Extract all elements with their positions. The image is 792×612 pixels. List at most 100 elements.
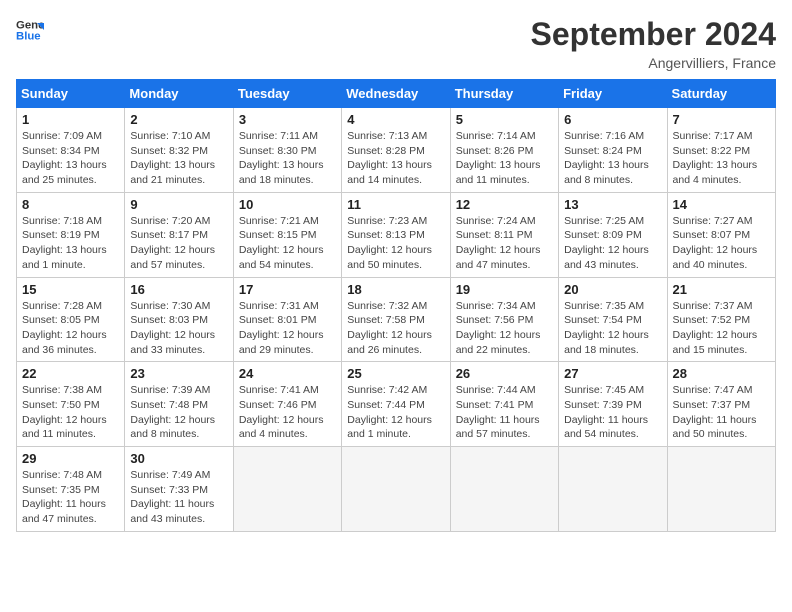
- calendar-cell: 23 Sunrise: 7:39 AM Sunset: 7:48 PM Dayli…: [125, 362, 233, 447]
- calendar-cell: 8Sunrise: 7:18 AM Sunset: 8:19 PM Daylig…: [17, 192, 125, 277]
- calendar-cell: 13 Sunrise: 7:25 AM Sunset: 8:09 PM Dayli…: [559, 192, 667, 277]
- day-detail: Sunrise: 7:39 AM Sunset: 7:48 PM Dayligh…: [130, 383, 227, 442]
- calendar-cell: [450, 447, 558, 532]
- calendar-cell: 14 Sunrise: 7:27 AM Sunset: 8:07 PM Dayli…: [667, 192, 775, 277]
- calendar-cell: 5 Sunrise: 7:14 AM Sunset: 8:26 PM Daylig…: [450, 108, 558, 193]
- calendar-cell: 2Sunrise: 7:10 AM Sunset: 8:32 PM Daylig…: [125, 108, 233, 193]
- day-number: 12: [456, 197, 553, 212]
- day-number: 10: [239, 197, 336, 212]
- title-area: September 2024 Angervilliers, France: [531, 16, 776, 71]
- day-number: 4: [347, 112, 444, 127]
- calendar-cell: [233, 447, 341, 532]
- day-number: 26: [456, 366, 553, 381]
- day-number: 23: [130, 366, 227, 381]
- day-detail: Sunrise: 7:24 AM Sunset: 8:11 PM Dayligh…: [456, 214, 553, 273]
- day-detail: Sunrise: 7:49 AM Sunset: 7:33 PM Dayligh…: [130, 468, 227, 527]
- day-detail: Sunrise: 7:14 AM Sunset: 8:26 PM Dayligh…: [456, 129, 553, 188]
- calendar-cell: 29 Sunrise: 7:48 AM Sunset: 7:35 PM Dayli…: [17, 447, 125, 532]
- day-detail: Sunrise: 7:21 AM Sunset: 8:15 PM Dayligh…: [239, 214, 336, 273]
- page-header: General Blue September 2024 Angervillier…: [16, 16, 776, 71]
- day-number: 7: [673, 112, 770, 127]
- day-detail: Sunrise: 7:11 AM Sunset: 8:30 PM Dayligh…: [239, 129, 336, 188]
- calendar-cell: 30 Sunrise: 7:49 AM Sunset: 7:33 PM Dayli…: [125, 447, 233, 532]
- day-number: 20: [564, 282, 661, 297]
- svg-text:Blue: Blue: [16, 31, 41, 43]
- day-detail: Sunrise: 7:17 AM Sunset: 8:22 PM Dayligh…: [673, 129, 770, 188]
- day-detail: Sunrise: 7:28 AM Sunset: 8:05 PM Dayligh…: [22, 299, 119, 358]
- day-detail: Sunrise: 7:31 AM Sunset: 8:01 PM Dayligh…: [239, 299, 336, 358]
- calendar-table: Sunday Monday Tuesday Wednesday Thursday…: [16, 79, 776, 532]
- col-wednesday: Wednesday: [342, 80, 450, 108]
- col-friday: Friday: [559, 80, 667, 108]
- day-number: 17: [239, 282, 336, 297]
- calendar-cell: 9 Sunrise: 7:20 AM Sunset: 8:17 PM Daylig…: [125, 192, 233, 277]
- col-sunday: Sunday: [17, 80, 125, 108]
- day-detail: Sunrise: 7:48 AM Sunset: 7:35 PM Dayligh…: [22, 468, 119, 527]
- day-detail: Sunrise: 7:34 AM Sunset: 7:56 PM Dayligh…: [456, 299, 553, 358]
- day-number: 19: [456, 282, 553, 297]
- day-detail: Sunrise: 7:25 AM Sunset: 8:09 PM Dayligh…: [564, 214, 661, 273]
- week-row-3: 15 Sunrise: 7:28 AM Sunset: 8:05 PM Dayli…: [17, 277, 776, 362]
- calendar-cell: 6Sunrise: 7:16 AM Sunset: 8:24 PM Daylig…: [559, 108, 667, 193]
- col-thursday: Thursday: [450, 80, 558, 108]
- day-detail: Sunrise: 7:13 AM Sunset: 8:28 PM Dayligh…: [347, 129, 444, 188]
- calendar-header: Sunday Monday Tuesday Wednesday Thursday…: [17, 80, 776, 108]
- day-detail: Sunrise: 7:44 AM Sunset: 7:41 PM Dayligh…: [456, 383, 553, 442]
- day-number: 21: [673, 282, 770, 297]
- day-number: 27: [564, 366, 661, 381]
- day-number: 18: [347, 282, 444, 297]
- day-detail: Sunrise: 7:09 AM Sunset: 8:34 PM Dayligh…: [22, 129, 119, 188]
- calendar-cell: [559, 447, 667, 532]
- calendar-cell: 22Sunrise: 7:38 AM Sunset: 7:50 PM Dayli…: [17, 362, 125, 447]
- calendar-cell: 28 Sunrise: 7:47 AM Sunset: 7:37 PM Dayli…: [667, 362, 775, 447]
- day-detail: Sunrise: 7:30 AM Sunset: 8:03 PM Dayligh…: [130, 299, 227, 358]
- calendar-cell: 12 Sunrise: 7:24 AM Sunset: 8:11 PM Dayli…: [450, 192, 558, 277]
- calendar-cell: 7 Sunrise: 7:17 AM Sunset: 8:22 PM Daylig…: [667, 108, 775, 193]
- day-number: 11: [347, 197, 444, 212]
- col-saturday: Saturday: [667, 80, 775, 108]
- calendar-cell: [667, 447, 775, 532]
- calendar-cell: 18Sunrise: 7:32 AM Sunset: 7:58 PM Dayli…: [342, 277, 450, 362]
- day-detail: Sunrise: 7:38 AM Sunset: 7:50 PM Dayligh…: [22, 383, 119, 442]
- day-number: 25: [347, 366, 444, 381]
- logo-icon: General Blue: [16, 16, 44, 44]
- calendar-cell: 4 Sunrise: 7:13 AM Sunset: 8:28 PM Daylig…: [342, 108, 450, 193]
- calendar-cell: 11 Sunrise: 7:23 AM Sunset: 8:13 PM Dayli…: [342, 192, 450, 277]
- week-row-1: 1 Sunrise: 7:09 AM Sunset: 8:34 PM Daylig…: [17, 108, 776, 193]
- day-number: 14: [673, 197, 770, 212]
- day-number: 1: [22, 112, 119, 127]
- day-detail: Sunrise: 7:35 AM Sunset: 7:54 PM Dayligh…: [564, 299, 661, 358]
- calendar-cell: 3 Sunrise: 7:11 AM Sunset: 8:30 PM Daylig…: [233, 108, 341, 193]
- week-row-4: 22Sunrise: 7:38 AM Sunset: 7:50 PM Dayli…: [17, 362, 776, 447]
- calendar-cell: 24Sunrise: 7:41 AM Sunset: 7:46 PM Dayli…: [233, 362, 341, 447]
- day-number: 9: [130, 197, 227, 212]
- day-number: 5: [456, 112, 553, 127]
- calendar-cell: 15 Sunrise: 7:28 AM Sunset: 8:05 PM Dayli…: [17, 277, 125, 362]
- col-tuesday: Tuesday: [233, 80, 341, 108]
- day-detail: Sunrise: 7:23 AM Sunset: 8:13 PM Dayligh…: [347, 214, 444, 273]
- logo: General Blue: [16, 16, 44, 44]
- calendar-cell: 27Sunrise: 7:45 AM Sunset: 7:39 PM Dayli…: [559, 362, 667, 447]
- day-number: 2: [130, 112, 227, 127]
- calendar-cell: [342, 447, 450, 532]
- day-number: 15: [22, 282, 119, 297]
- day-detail: Sunrise: 7:42 AM Sunset: 7:44 PM Dayligh…: [347, 383, 444, 442]
- day-number: 3: [239, 112, 336, 127]
- day-number: 28: [673, 366, 770, 381]
- day-detail: Sunrise: 7:20 AM Sunset: 8:17 PM Dayligh…: [130, 214, 227, 273]
- calendar-cell: 26 Sunrise: 7:44 AM Sunset: 7:41 PM Dayli…: [450, 362, 558, 447]
- calendar-subtitle: Angervilliers, France: [531, 55, 776, 71]
- col-monday: Monday: [125, 80, 233, 108]
- calendar-cell: 25 Sunrise: 7:42 AM Sunset: 7:44 PM Dayli…: [342, 362, 450, 447]
- day-number: 29: [22, 451, 119, 466]
- day-detail: Sunrise: 7:47 AM Sunset: 7:37 PM Dayligh…: [673, 383, 770, 442]
- header-row: Sunday Monday Tuesday Wednesday Thursday…: [17, 80, 776, 108]
- day-number: 8: [22, 197, 119, 212]
- calendar-title: September 2024: [531, 16, 776, 53]
- day-number: 13: [564, 197, 661, 212]
- day-detail: Sunrise: 7:16 AM Sunset: 8:24 PM Dayligh…: [564, 129, 661, 188]
- calendar-cell: 1 Sunrise: 7:09 AM Sunset: 8:34 PM Daylig…: [17, 108, 125, 193]
- day-detail: Sunrise: 7:27 AM Sunset: 8:07 PM Dayligh…: [673, 214, 770, 273]
- day-number: 30: [130, 451, 227, 466]
- calendar-cell: 16Sunrise: 7:30 AM Sunset: 8:03 PM Dayli…: [125, 277, 233, 362]
